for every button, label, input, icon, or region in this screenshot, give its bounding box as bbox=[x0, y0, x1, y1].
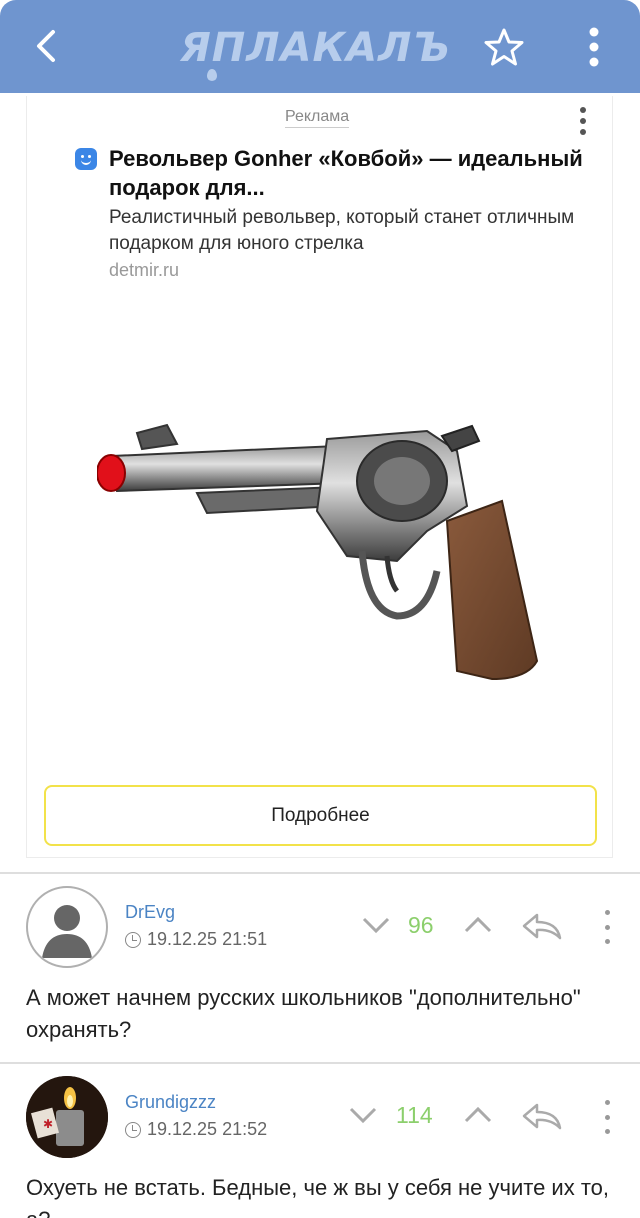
chevron-up-icon bbox=[464, 916, 492, 933]
chevron-down-icon bbox=[349, 1107, 377, 1124]
avatar[interactable] bbox=[26, 886, 108, 968]
clock-icon bbox=[125, 931, 141, 948]
dot-icon bbox=[604, 1100, 610, 1105]
favorite-button[interactable] bbox=[480, 22, 528, 72]
dot-icon bbox=[604, 1114, 610, 1120]
comment-author[interactable]: DrEvg bbox=[125, 902, 175, 923]
dot-icon bbox=[604, 910, 610, 915]
dot-icon bbox=[580, 129, 586, 136]
chevron-up-icon bbox=[464, 1106, 492, 1123]
comment-timestamp: 19.12.25 21:52 bbox=[125, 1119, 267, 1140]
vote-up-button[interactable] bbox=[460, 1100, 496, 1130]
ad-more-button[interactable]: Подробнее bbox=[44, 785, 597, 846]
clock-icon bbox=[125, 1121, 141, 1138]
back-button[interactable] bbox=[20, 20, 72, 72]
timestamp-text: 19.12.25 21:52 bbox=[147, 1119, 268, 1139]
app-header: ЯПЛАКАЛЪ bbox=[0, 0, 640, 93]
vote-down-button[interactable] bbox=[358, 910, 394, 940]
ad-domain[interactable]: detmir.ru bbox=[109, 260, 179, 281]
reply-button[interactable] bbox=[520, 1100, 564, 1132]
site-logo[interactable]: ЯПЛАКАЛЪ bbox=[180, 25, 451, 81]
ad-block: Реклама Револьвер Gonher «Ковбой» — идеа… bbox=[26, 96, 613, 858]
svg-text:✱: ✱ bbox=[43, 1117, 53, 1131]
ad-description: Реалистичный револьвер, который станет о… bbox=[109, 207, 575, 254]
ad-options-button[interactable] bbox=[573, 104, 593, 138]
default-avatar-icon bbox=[42, 905, 92, 958]
dot-icon bbox=[604, 1129, 610, 1134]
comment-item: ✱ Grundigzzz 19.12.25 21:52 114 Охуеть н… bbox=[0, 1064, 640, 1218]
reply-button[interactable] bbox=[520, 910, 564, 942]
comment-options-button[interactable] bbox=[598, 1100, 616, 1134]
ad-label: Реклама bbox=[285, 108, 350, 128]
comment-options-button[interactable] bbox=[598, 910, 616, 944]
revolver-image[interactable] bbox=[97, 411, 567, 711]
vote-up-button[interactable] bbox=[460, 910, 496, 940]
vote-down-button[interactable] bbox=[345, 1100, 381, 1130]
comment-score: 96 bbox=[408, 912, 434, 938]
comment-score: 114 bbox=[396, 1102, 433, 1128]
comment-timestamp: 19.12.25 21:51 bbox=[125, 929, 267, 950]
comment-author[interactable]: Grundigzzz bbox=[125, 1092, 216, 1113]
menu-button[interactable] bbox=[570, 22, 618, 72]
ad-title[interactable]: Револьвер Gonher «Ковбой» — идеальный по… bbox=[109, 144, 609, 202]
reply-icon bbox=[522, 1103, 562, 1130]
timestamp-text: 19.12.25 21:51 bbox=[147, 929, 268, 949]
vertical-dots-icon bbox=[589, 27, 599, 67]
chevron-down-icon bbox=[362, 917, 390, 934]
dot-icon bbox=[604, 939, 610, 944]
comment-item: DrEvg 19.12.25 21:51 96 А может начнем р… bbox=[0, 874, 640, 1062]
star-icon bbox=[484, 28, 524, 66]
dot-icon bbox=[580, 117, 586, 124]
dot-icon bbox=[580, 106, 586, 113]
comment-text: Охуеть не встать. Бедные, че ж вы у себя… bbox=[26, 1175, 609, 1218]
advertiser-favicon-icon bbox=[75, 148, 97, 170]
logo-text: ЯПЛАКАЛЪ bbox=[180, 25, 451, 71]
comment-text: А может начнем русских школьников "допол… bbox=[26, 985, 581, 1042]
lighter-avatar-icon: ✱ bbox=[26, 1076, 108, 1158]
chevron-left-icon bbox=[37, 30, 55, 62]
avatar[interactable]: ✱ bbox=[26, 1076, 108, 1158]
reply-icon bbox=[522, 913, 562, 940]
logo-drop-icon bbox=[207, 69, 217, 81]
dot-icon bbox=[604, 924, 610, 930]
